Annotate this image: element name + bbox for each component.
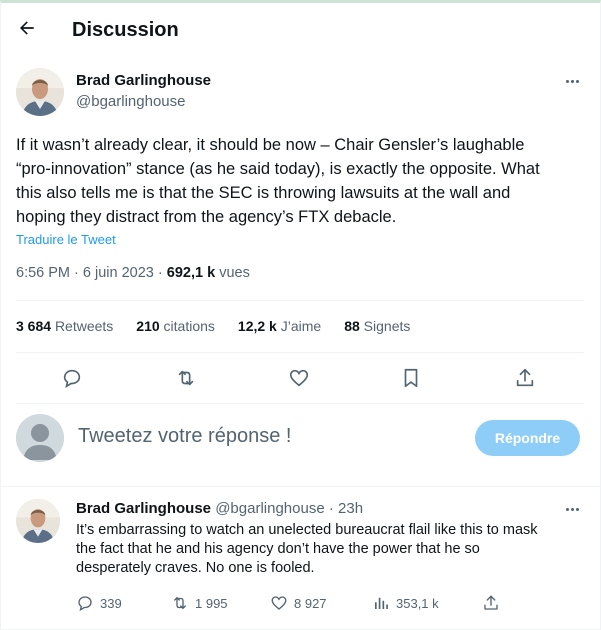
reply-icon[interactable] [58, 364, 86, 392]
reply-icon [78, 596, 92, 612]
meta-separator: · [157, 265, 163, 281]
reply-separator: · [328, 500, 334, 517]
reply-input[interactable]: Tweetez votre réponse ! [78, 425, 291, 448]
tweet-text-line: hoping they distract from the agency’s F… [16, 208, 397, 226]
reply-time[interactable]: 23h [338, 500, 363, 517]
share-icon[interactable] [511, 364, 539, 392]
bookmarks-count: 88 [344, 318, 360, 334]
page-title: Discussion [72, 19, 179, 41]
bookmarks-label: Signets [363, 318, 411, 334]
views-label: vues [219, 265, 250, 281]
reply-share-action[interactable] [482, 594, 500, 612]
reply-text: It’s embarrassing to watch an unelected … [76, 521, 591, 578]
bookmarks-stat[interactable]: 88 Signets [344, 318, 410, 334]
arrow-left-icon[interactable] [12, 13, 42, 43]
avatar[interactable] [16, 68, 64, 116]
quotes-count: 210 [136, 318, 160, 334]
reply-text-line: the fact that he and his agency don’t ha… [76, 541, 480, 557]
like-icon[interactable] [285, 364, 313, 392]
more-options-icon[interactable] [560, 500, 584, 518]
share-icon [484, 595, 498, 610]
reply-likes-count: 8 927 [294, 595, 327, 611]
page-header: Discussion [0, 3, 601, 56]
likes-label: J’aime [280, 318, 322, 334]
tweet-time[interactable]: 6:56 PM [16, 265, 70, 281]
reply-reply-action[interactable]: 339 [76, 594, 122, 612]
tweet-text-line: this also tells me is that the SEC is th… [16, 184, 511, 202]
meta-separator: · [74, 265, 79, 281]
retweet-icon [174, 597, 186, 609]
likes-count: 12,2 k [237, 318, 277, 334]
tweet-date[interactable]: 6 juin 2023 [83, 265, 154, 281]
like-icon [271, 596, 287, 610]
tweet-text: If it wasn’t already clear, it should be… [16, 133, 586, 229]
retweets-stat[interactable]: 3 684 Retweets [16, 318, 113, 334]
tweet-text-line: If it wasn’t already clear, it should be… [16, 136, 525, 154]
bookmark-icon[interactable] [397, 364, 425, 392]
reply-button[interactable]: Répondre [475, 420, 580, 456]
tweet-stats: 3 684 Retweets 210 citations 12,2 k J’ai… [16, 318, 433, 334]
quotes-stat[interactable]: 210 citations [136, 318, 215, 334]
author-handle[interactable]: @bgarlinghouse [76, 93, 185, 110]
reply-views-count: 353,1 k [396, 595, 439, 611]
reply-like-action[interactable]: 8 927 [270, 594, 327, 612]
tweet-actions [0, 364, 601, 392]
reply-retweets-count: 1 995 [195, 595, 228, 611]
avatar[interactable] [16, 499, 60, 543]
tweet-meta: 6:56 PM · 6 juin 2023 · 692,1 k vues [16, 265, 250, 281]
retweets-count: 3 684 [16, 318, 52, 334]
views-count: 692,1 k [166, 265, 216, 281]
reply-retweet-action[interactable]: 1 995 [171, 594, 228, 612]
divider [16, 403, 584, 404]
reply-author-handle[interactable]: @bgarlinghouse [215, 500, 324, 517]
divider [0, 486, 601, 487]
retweet-icon[interactable] [172, 364, 200, 392]
translate-tweet-link[interactable]: Traduire le Tweet [16, 232, 116, 247]
likes-stat[interactable]: 12,2 k J’aime [238, 318, 321, 334]
more-options-icon[interactable] [560, 72, 584, 90]
tweet-text-line: “pro-innovation” stance (as he said toda… [16, 160, 540, 178]
reply-actions: 339 1 995 8 927 353,1 k [76, 594, 596, 614]
author-name[interactable]: Brad Garlinghouse [76, 72, 211, 89]
quotes-label: citations [163, 318, 215, 334]
reply-replies-count: 339 [100, 595, 122, 611]
divider [16, 352, 584, 353]
reply-text-line: desperately craves. No one is fooled. [76, 560, 315, 576]
retweets-label: Retweets [54, 318, 114, 334]
reply-author-name[interactable]: Brad Garlinghouse [76, 500, 211, 517]
reply-views-action[interactable]: 353,1 k [372, 594, 439, 612]
reply-text-line: It’s embarrassing to watch an unelected … [76, 522, 538, 538]
reply-header: Brad Garlinghouse @bgarlinghouse · 23h [76, 500, 363, 517]
views-chart-icon [375, 597, 388, 609]
divider [16, 300, 584, 301]
user-avatar[interactable] [16, 414, 64, 462]
